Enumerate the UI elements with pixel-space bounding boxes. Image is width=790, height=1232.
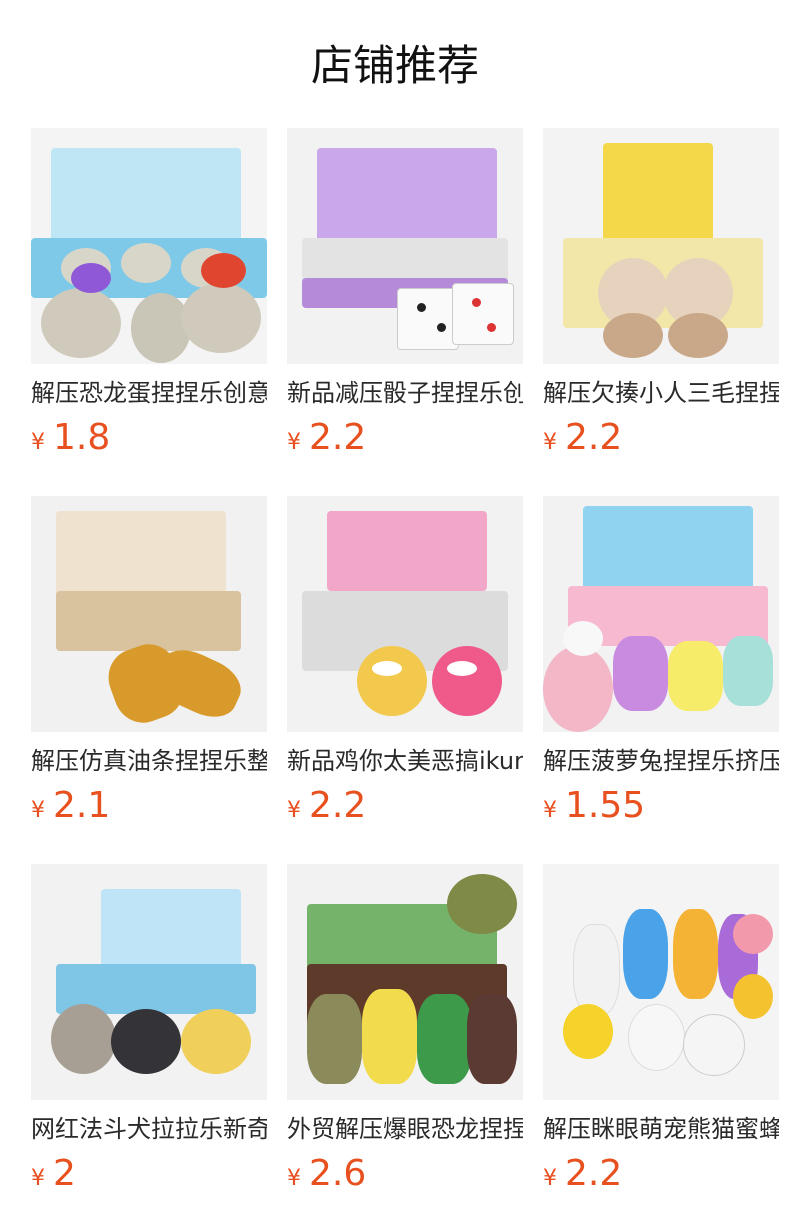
product-card-9[interactable]: 解压眯眼萌宠熊猫蜜蜂 ¥2.2 [543, 864, 779, 1196]
price-value: 2.2 [309, 417, 367, 458]
product-image[interactable] [543, 496, 779, 732]
currency-symbol: ¥ [31, 798, 45, 823]
product-image[interactable] [543, 864, 779, 1100]
product-card-6[interactable]: 解压菠萝兔捏捏乐挤压 ¥1.55 [543, 496, 779, 828]
product-name[interactable]: 新品减压骰子捏捏乐创 [287, 376, 523, 410]
product-card-2[interactable]: 新品减压骰子捏捏乐创 ¥2.2 [287, 128, 523, 460]
currency-symbol: ¥ [287, 430, 301, 455]
price-value: 2.2 [309, 785, 367, 826]
price-value: 1.55 [565, 785, 646, 826]
product-name[interactable]: 解压眯眼萌宠熊猫蜜蜂 [543, 1112, 779, 1146]
product-price: ¥2 [31, 1152, 267, 1196]
product-image[interactable] [287, 864, 523, 1100]
product-name[interactable]: 网红法斗犬拉拉乐新奇 [31, 1112, 267, 1146]
product-price: ¥2.6 [287, 1152, 523, 1196]
product-price: ¥2.1 [31, 784, 267, 828]
product-card-7[interactable]: 网红法斗犬拉拉乐新奇 ¥2 [31, 864, 267, 1196]
product-image[interactable] [31, 864, 267, 1100]
product-card-1[interactable]: 解压恐龙蛋捏捏乐创意 ¥1.8 [31, 128, 267, 460]
currency-symbol: ¥ [31, 430, 45, 455]
price-value: 1.8 [53, 417, 111, 458]
product-name[interactable]: 解压欠揍小人三毛捏捏 [543, 376, 779, 410]
product-price: ¥2.2 [543, 416, 779, 460]
product-name[interactable]: 解压恐龙蛋捏捏乐创意 [31, 376, 267, 410]
product-price: ¥1.55 [543, 784, 779, 828]
product-name[interactable]: 解压菠萝兔捏捏乐挤压 [543, 744, 779, 778]
product-name[interactable]: 解压仿真油条捏捏乐整 [31, 744, 267, 778]
currency-symbol: ¥ [287, 798, 301, 823]
currency-symbol: ¥ [543, 798, 557, 823]
product-card-8[interactable]: 外贸解压爆眼恐龙捏捏 ¥2.6 [287, 864, 523, 1196]
product-card-3[interactable]: 解压欠揍小人三毛捏捏 ¥2.2 [543, 128, 779, 460]
currency-symbol: ¥ [287, 1166, 301, 1191]
price-value: 2.2 [565, 417, 623, 458]
page-title: 店铺推荐 [310, 41, 479, 90]
price-value: 2.6 [309, 1153, 367, 1194]
product-card-5[interactable]: 新品鸡你太美恶搞ikun ¥2.2 [287, 496, 523, 828]
product-image[interactable] [287, 128, 523, 364]
product-price: ¥1.8 [31, 416, 267, 460]
product-price: ¥2.2 [287, 416, 523, 460]
currency-symbol: ¥ [543, 1166, 557, 1191]
currency-symbol: ¥ [543, 430, 557, 455]
product-name[interactable]: 外贸解压爆眼恐龙捏捏 [287, 1112, 523, 1146]
product-image[interactable] [543, 128, 779, 364]
price-value: 2 [53, 1153, 76, 1194]
product-price: ¥2.2 [287, 784, 523, 828]
product-price: ¥2.2 [543, 1152, 779, 1196]
product-image[interactable] [287, 496, 523, 732]
product-image[interactable] [31, 128, 267, 364]
price-value: 2.1 [53, 785, 111, 826]
price-value: 2.2 [565, 1153, 623, 1194]
currency-symbol: ¥ [31, 1166, 45, 1191]
product-image[interactable] [31, 496, 267, 732]
product-card-4[interactable]: 解压仿真油条捏捏乐整 ¥2.1 [31, 496, 267, 828]
product-name[interactable]: 新品鸡你太美恶搞ikun [287, 744, 523, 778]
